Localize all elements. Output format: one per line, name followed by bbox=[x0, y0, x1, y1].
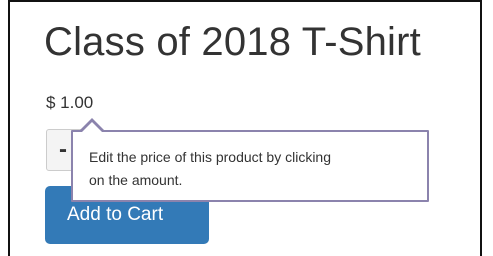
tooltip-text-line-1: Edit the price of this product by clicki… bbox=[89, 149, 332, 165]
minus-icon: - bbox=[59, 136, 67, 163]
tooltip-text-line-2: on the amount. bbox=[89, 172, 183, 188]
price-edit-tooltip: Edit the price of this product by clicki… bbox=[71, 130, 429, 202]
product-title: Class of 2018 T-Shirt bbox=[44, 20, 421, 64]
tooltip-arrow-fill bbox=[82, 122, 102, 132]
product-price[interactable]: $ 1.00 bbox=[46, 93, 93, 113]
